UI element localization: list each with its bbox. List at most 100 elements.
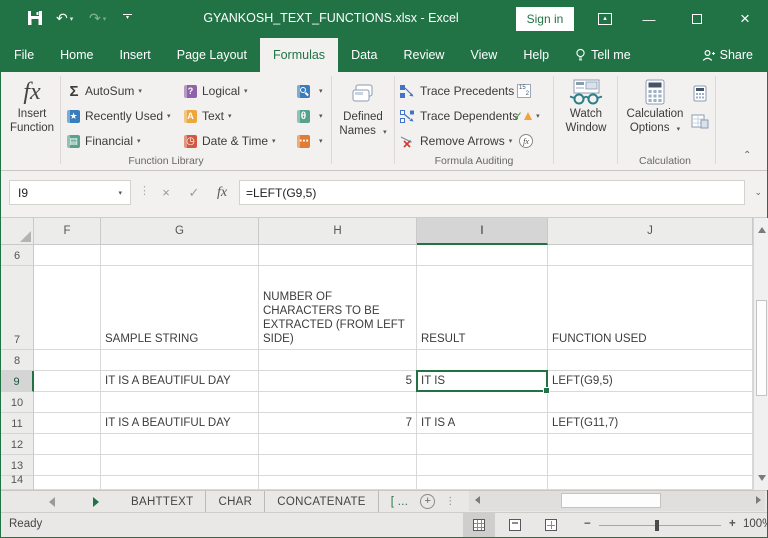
row-header-10[interactable]: 10 [1, 392, 34, 413]
date-time-button[interactable]: ◷ Date & Time ▾ [184, 130, 276, 152]
redo-icon[interactable]: ↷ ▾ [89, 9, 106, 29]
cell-I14[interactable] [417, 476, 548, 490]
insert-function-button[interactable]: fx Insert Function [5, 77, 59, 135]
calculation-options-button[interactable]: Calculation Options ▾ [621, 77, 689, 137]
scroll-left-icon[interactable] [475, 496, 480, 504]
horizontal-scroll-thumb[interactable] [561, 493, 661, 508]
cell-H9[interactable]: 5 [259, 371, 417, 392]
customize-quick-access-icon[interactable]: ▾ [123, 14, 132, 22]
zoom-out-button[interactable]: − [584, 518, 591, 530]
cell-I8[interactable] [417, 350, 548, 371]
scroll-right-icon[interactable] [756, 496, 761, 504]
tab-home[interactable]: Home [47, 38, 106, 72]
column-header-j[interactable]: J [548, 218, 753, 245]
cell-I9[interactable]: IT IS [416, 370, 550, 394]
tab-review[interactable]: Review [390, 38, 457, 72]
trace-dependents-button[interactable]: Trace Dependents [400, 105, 518, 127]
vertical-scroll-thumb[interactable] [756, 300, 767, 396]
cell-G10[interactable] [101, 392, 259, 413]
scroll-down-icon[interactable] [758, 475, 766, 481]
cell-J7[interactable]: FUNCTION USED [548, 266, 753, 350]
vertical-scrollbar[interactable] [753, 218, 768, 490]
sheet-tab-bahttext[interactable]: BAHTTEXT [119, 491, 207, 512]
undo-dropdown-icon[interactable]: ▾ [70, 16, 74, 23]
row-header-9[interactable]: 9 [1, 371, 34, 392]
financial-button[interactable]: ▤ Financial ▾ [67, 130, 141, 152]
trace-precedents-button[interactable]: Trace Precedents [400, 80, 514, 102]
cell-G6[interactable] [101, 245, 259, 266]
tab-file[interactable]: File [1, 38, 47, 72]
cell-I13[interactable] [417, 455, 548, 476]
zoom-slider-thumb[interactable] [655, 520, 659, 531]
recently-used-button[interactable]: ★ Recently Used ▾ [67, 105, 171, 127]
cell-H7[interactable]: NUMBER OF CHARACTERS TO BE EXTRACTED (FR… [259, 266, 417, 350]
remove-arrows-button[interactable]: Remove Arrows ▾ [400, 130, 512, 152]
row-header-14[interactable]: 14 [1, 474, 34, 490]
show-formulas-button[interactable]: 15 2 [517, 80, 531, 102]
zoom-level[interactable]: 100% [743, 518, 768, 530]
minimize-button[interactable]: ― [629, 0, 669, 38]
cell-I12[interactable] [417, 434, 548, 455]
enter-button[interactable]: ✓ [181, 180, 207, 205]
sheet-tab-char[interactable]: CHAR [206, 491, 266, 512]
cell-H14[interactable] [259, 476, 417, 490]
cell-J6[interactable] [548, 245, 753, 266]
cell-I10[interactable] [417, 392, 548, 413]
cell-G13[interactable] [101, 455, 259, 476]
cell-J14[interactable] [548, 476, 753, 490]
cell-F9[interactable] [34, 371, 101, 392]
autosum-button[interactable]: Σ AutoSum ▾ [67, 80, 141, 102]
tab-data[interactable]: Data [338, 38, 390, 72]
cell-I11[interactable]: IT IS A [417, 413, 548, 434]
cell-H8[interactable] [259, 350, 417, 371]
evaluate-formula-button[interactable]: fx [519, 130, 533, 152]
text-button[interactable]: A Text ▾ [184, 105, 232, 127]
sheet-tab-concatenate[interactable]: CONCATENATE [265, 491, 379, 512]
page-break-view-button[interactable] [535, 513, 567, 537]
formula-bar-drag-handle[interactable]: ⋮ [139, 184, 150, 197]
row-header-8[interactable]: 8 [1, 350, 34, 371]
tab-view[interactable]: View [457, 38, 510, 72]
more-functions-button[interactable]: ⋯ ▾ [297, 130, 323, 152]
cell-H10[interactable] [259, 392, 417, 413]
cell-F7[interactable] [34, 266, 101, 350]
column-header-f[interactable]: F [34, 218, 101, 245]
tab-tell-me[interactable]: Tell me [562, 38, 644, 72]
sheet-tab-active-truncated[interactable]: [ ... [379, 491, 412, 512]
cell-F6[interactable] [34, 245, 101, 266]
cell-F10[interactable] [34, 392, 101, 413]
cell-J9[interactable]: LEFT(G9,5) [548, 371, 753, 392]
scroll-up-icon[interactable] [758, 227, 766, 233]
close-button[interactable]: × [725, 0, 765, 38]
normal-view-button[interactable] [463, 513, 495, 537]
lookup-reference-button[interactable]: ▾ [297, 80, 323, 102]
zoom-in-button[interactable]: + [729, 518, 736, 530]
math-trig-button[interactable]: θ ▾ [297, 105, 323, 127]
row-header-13[interactable]: 13 [1, 455, 34, 476]
cell-I7[interactable]: RESULT [417, 266, 548, 350]
cell-G9[interactable]: IT IS A BEAUTIFUL DAY [101, 371, 259, 392]
ribbon-display-options-button[interactable]: ▴ [585, 0, 625, 38]
defined-names-button[interactable]: Defined Names ▾ [334, 77, 392, 140]
row-header-6[interactable]: 6 [1, 245, 34, 266]
zoom-slider-track[interactable] [599, 525, 721, 526]
share-button[interactable]: Share [688, 38, 767, 72]
cell-F13[interactable] [34, 455, 101, 476]
cell-G12[interactable] [101, 434, 259, 455]
cell-F8[interactable] [34, 350, 101, 371]
cell-I6[interactable] [417, 245, 548, 266]
save-icon[interactable] [27, 10, 43, 26]
sheet-bar-drag-handle[interactable]: ⋮ [445, 496, 455, 507]
error-checking-button[interactable]: ✓ ▾ [513, 105, 540, 127]
cell-J8[interactable] [548, 350, 753, 371]
cell-F12[interactable] [34, 434, 101, 455]
cell-J12[interactable] [548, 434, 753, 455]
cell-J11[interactable]: LEFT(G11,7) [548, 413, 753, 434]
column-header-i[interactable]: I [417, 218, 548, 245]
cell-H13[interactable] [259, 455, 417, 476]
sign-in-button[interactable]: Sign in [516, 7, 574, 31]
calculate-sheet-button[interactable] [691, 110, 709, 132]
cell-H12[interactable] [259, 434, 417, 455]
tab-insert[interactable]: Insert [107, 38, 164, 72]
cell-J13[interactable] [548, 455, 753, 476]
